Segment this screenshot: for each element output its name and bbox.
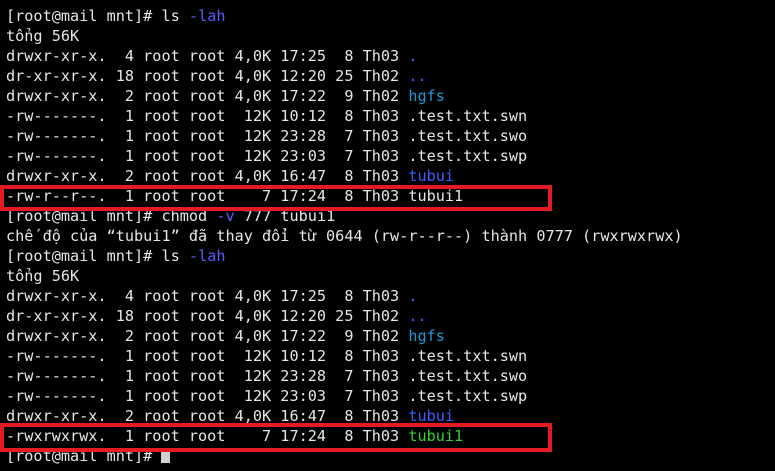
row-attrs: drwxr-xr-x. 4 root root 4,0K 17:25 8 Th0… <box>6 47 409 65</box>
dir-name: tubui <box>408 407 455 425</box>
listing-row-tubui1: -rw-r--r--. 1 root root 7 17:24 8 Th03 t… <box>6 187 464 205</box>
prompt: [root@mail mnt]# <box>6 247 153 265</box>
command-flag: -lah <box>188 7 226 25</box>
prompt: [root@mail mnt]# <box>6 7 153 25</box>
terminal-window[interactable]: [root@mail mnt]# ls -lah tổng 56K drwxr-… <box>0 0 775 471</box>
exec-file-name: tubui1 <box>408 427 464 445</box>
listing-row-tubui: drwxr-xr-x. 2 root root 4,0K 16:47 8 Th0… <box>6 166 775 186</box>
row-attrs: drwxr-xr-x. 2 root root 4,0K 16:47 8 Th0… <box>6 167 409 185</box>
listing-row-tubui1: -rwxrwxrwx. 1 root root 7 17:24 8 Th03 t… <box>6 426 775 446</box>
command: chmod <box>161 207 208 225</box>
dir-name: tubui <box>408 167 455 185</box>
listing-row-tubui: drwxr-xr-x. 2 root root 4,0K 16:47 8 Th0… <box>6 406 775 426</box>
prompt-line-active[interactable]: [root@mail mnt]# <box>6 446 775 466</box>
prompt: [root@mail mnt]# <box>6 207 153 225</box>
chmod-output: chế độ của “tubui1” đã thay đổi từ 0644 … <box>6 227 683 245</box>
prompt-line: [root@mail mnt]# ls -lah <box>6 246 775 266</box>
command-args: 777 tubui1 <box>243 207 336 225</box>
listing-row-swp: -rw-------. 1 root root 12K 23:03 7 Th03… <box>6 387 528 405</box>
listing-row-dotdot: dr-xr-xr-x. 18 root root 4,0K 12:20 25 T… <box>6 306 775 326</box>
row-attrs: drwxr-xr-x. 2 root root 4,0K 17:22 9 Th0… <box>6 327 409 345</box>
row-attrs: dr-xr-xr-x. 18 root root 4,0K 12:20 25 T… <box>6 67 409 85</box>
total-line: tổng 56K <box>6 267 80 285</box>
dir-name: .. <box>408 307 427 325</box>
listing-row-swn: -rw-------. 1 root root 12K 10:12 8 Th03… <box>6 347 528 365</box>
command: ls <box>161 7 180 25</box>
prompt: [root@mail mnt]# <box>6 447 153 465</box>
prompt-line: [root@mail mnt]# chmod -v 777 tubui1 <box>6 206 775 226</box>
listing-row-hgfs: drwxr-xr-x. 2 root root 4,0K 17:22 9 Th0… <box>6 326 775 346</box>
listing-row-swo: -rw-------. 1 root root 12K 23:28 7 Th03… <box>6 127 528 145</box>
command-flag: -v <box>216 207 235 225</box>
row-attrs: -rwxrwxrwx. 1 root root 7 17:24 8 Th03 <box>6 427 409 445</box>
listing-row-dot: drwxr-xr-x. 4 root root 4,0K 17:25 8 Th0… <box>6 286 775 306</box>
row-attrs: dr-xr-xr-x. 18 root root 4,0K 12:20 25 T… <box>6 307 409 325</box>
row-attrs: drwxr-xr-x. 2 root root 4,0K 17:22 9 Th0… <box>6 87 409 105</box>
listing-row-dotdot: dr-xr-xr-x. 18 root root 4,0K 12:20 25 T… <box>6 66 775 86</box>
listing-row-swn: -rw-------. 1 root root 12K 10:12 8 Th03… <box>6 107 528 125</box>
listing-row-dot: drwxr-xr-x. 4 root root 4,0K 17:25 8 Th0… <box>6 46 775 66</box>
row-attrs: drwxr-xr-x. 4 root root 4,0K 17:25 8 Th0… <box>6 287 409 305</box>
prompt-line: [root@mail mnt]# ls -lah <box>6 6 775 26</box>
command-flag: -lah <box>188 247 226 265</box>
total-line: tổng 56K <box>6 27 80 45</box>
row-attrs: drwxr-xr-x. 2 root root 4,0K 16:47 8 Th0… <box>6 407 409 425</box>
listing-row-swp: -rw-------. 1 root root 12K 23:03 7 Th03… <box>6 147 528 165</box>
listing-row-swo: -rw-------. 1 root root 12K 23:28 7 Th03… <box>6 367 528 385</box>
dir-name: hgfs <box>408 87 445 105</box>
dir-name: .. <box>408 67 427 85</box>
command: ls <box>161 247 180 265</box>
text-cursor[interactable] <box>161 449 171 463</box>
listing-row-hgfs: drwxr-xr-x. 2 root root 4,0K 17:22 9 Th0… <box>6 86 775 106</box>
dir-name: hgfs <box>408 327 445 345</box>
dir-name: . <box>408 47 418 65</box>
dir-name: . <box>408 287 418 305</box>
